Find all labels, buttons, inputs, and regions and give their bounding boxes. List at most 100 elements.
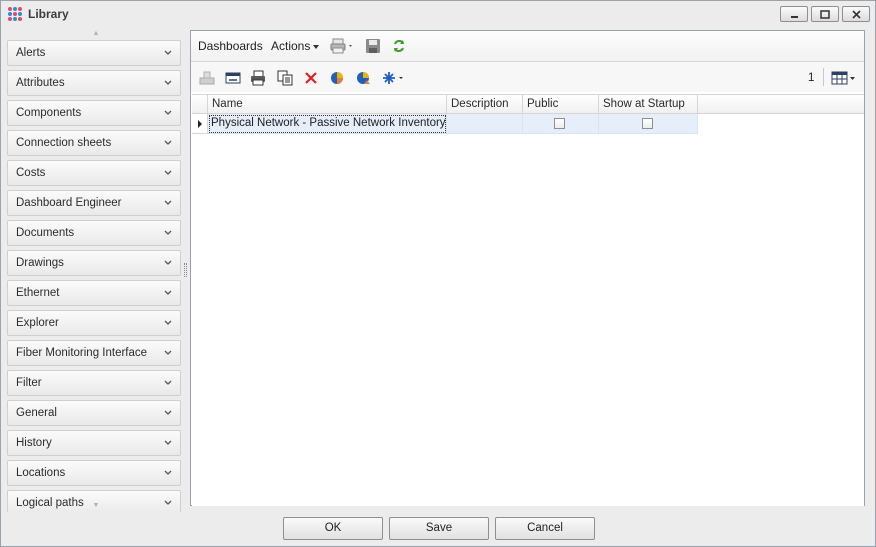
chevron-down-icon: [164, 170, 172, 175]
column-chooser-icon: [831, 71, 855, 85]
sidebar-group-history[interactable]: History: [7, 430, 181, 456]
sidebar-group-label: General: [16, 407, 57, 419]
show-at-startup-checkbox[interactable]: [642, 118, 653, 129]
copy-icon: [277, 70, 293, 86]
public-checkbox[interactable]: [554, 118, 565, 129]
chevron-down-icon: [164, 380, 172, 385]
grid-toolbar: 1: [191, 62, 864, 92]
cell-show-at-startup[interactable]: [599, 114, 698, 134]
sidebar-group-locations[interactable]: Locations: [7, 460, 181, 486]
pane-splitter[interactable]: [184, 263, 187, 277]
sidebar-group-label: History: [16, 437, 52, 449]
sidebar-scroll-up-button[interactable]: ▲: [91, 31, 101, 37]
insert-row-icon: [199, 71, 215, 85]
chevron-down-icon: [164, 500, 172, 505]
chevron-down-icon: [164, 80, 172, 85]
app-logo-icon: [8, 7, 22, 21]
sidebar-group-label: Explorer: [16, 317, 59, 329]
library-window: Library ▲ Alerts Attributes Components C…: [0, 0, 876, 547]
chart-add-icon: [331, 72, 343, 84]
menu-actions[interactable]: Actions: [271, 39, 320, 53]
sidebar-group-label: Fiber Monitoring Interface: [16, 347, 148, 359]
minimize-button[interactable]: [780, 6, 808, 22]
dashboards-grid: Name Description Public Show at Startup …: [192, 94, 864, 506]
sidebar-group-documents[interactable]: Documents: [7, 220, 181, 246]
column-chooser-button[interactable]: [831, 70, 857, 86]
refresh-button[interactable]: [391, 38, 407, 54]
special-menu-button[interactable]: [381, 70, 407, 86]
close-button[interactable]: [842, 6, 870, 22]
chevron-down-icon: [164, 350, 172, 355]
maximize-button[interactable]: [811, 6, 839, 22]
sidebar-group-label: Ethernet: [16, 287, 60, 299]
sidebar-group-connection-sheets[interactable]: Connection sheets: [7, 130, 181, 156]
sidebar-group-filter[interactable]: Filter: [7, 370, 181, 396]
chevron-down-icon: [164, 230, 172, 235]
snowflake-icon: [383, 72, 403, 84]
column-header-public[interactable]: Public: [523, 95, 599, 114]
delete-button[interactable]: [303, 70, 319, 86]
sidebar-group-label: Filter: [16, 377, 42, 389]
column-header-name[interactable]: Name: [208, 95, 447, 114]
sidebar-group-components[interactable]: Components: [7, 100, 181, 126]
cancel-button[interactable]: Cancel: [495, 517, 595, 540]
library-sidebar: ▲ Alerts Attributes Components Connectio…: [7, 31, 182, 512]
chevron-down-icon: [164, 50, 172, 55]
save-button[interactable]: Save: [389, 517, 489, 540]
chevron-down-icon: [164, 110, 172, 115]
insert-row-button[interactable]: [199, 70, 215, 86]
cell-public[interactable]: [523, 114, 599, 134]
menu-actions-label: Actions: [271, 39, 311, 53]
cell-description[interactable]: [447, 114, 523, 134]
table-row[interactable]: Physical Network - Passive Network Inven…: [192, 114, 698, 134]
sidebar-group-label: Dashboard Engineer: [16, 197, 122, 209]
sidebar-group-alerts[interactable]: Alerts: [7, 40, 181, 66]
current-row-arrow-icon: [198, 120, 202, 128]
main-toolbar: Dashboards Actions: [191, 31, 864, 62]
edit-row-icon: [225, 72, 241, 84]
copy-button[interactable]: [277, 70, 293, 86]
cell-name[interactable]: Physical Network - Passive Network Inven…: [208, 114, 455, 134]
sidebar-group-label: Attributes: [16, 77, 65, 89]
chevron-down-icon: [164, 200, 172, 205]
toolbar-separator: [823, 68, 824, 86]
chevron-down-icon: [164, 470, 172, 475]
chevron-down-icon: [164, 260, 172, 265]
row-indicator: [192, 114, 208, 134]
sidebar-scroll-down-button[interactable]: ▼: [91, 502, 101, 509]
print-icon: [330, 38, 352, 54]
sidebar-group-label: Documents: [16, 227, 75, 239]
sidebar-group-label: Drawings: [16, 257, 64, 269]
ok-button[interactable]: OK: [283, 517, 383, 540]
chevron-down-icon: [164, 290, 172, 295]
add-chart-button[interactable]: [329, 70, 345, 86]
sidebar-group-dashboard-engineer[interactable]: Dashboard Engineer: [7, 190, 181, 216]
edit-row-button[interactable]: [225, 70, 241, 86]
column-header-show-at-startup[interactable]: Show at Startup: [599, 95, 698, 114]
window-title: Library: [28, 7, 69, 21]
sidebar-group-fiber-monitoring-interface[interactable]: Fiber Monitoring Interface: [7, 340, 181, 366]
save-toolbar-button[interactable]: [365, 38, 381, 54]
print-preview-icon: [251, 70, 265, 86]
dropdown-caret-icon: [313, 44, 320, 49]
edit-chart-button[interactable]: [355, 70, 371, 86]
delete-icon: [305, 72, 317, 84]
close-icon: [851, 9, 861, 19]
sidebar-group-label: Components: [16, 107, 82, 119]
sidebar-group-attributes[interactable]: Attributes: [7, 70, 181, 96]
column-header-description[interactable]: Description: [447, 95, 523, 114]
sidebar-group-ethernet[interactable]: Ethernet: [7, 280, 181, 306]
sidebar-group-drawings[interactable]: Drawings: [7, 250, 181, 276]
sidebar-group-label: Alerts: [16, 47, 46, 59]
refresh-icon: [394, 40, 404, 52]
print-preview-button[interactable]: [250, 70, 266, 86]
minimize-icon: [790, 15, 798, 18]
chevron-down-icon: [164, 140, 172, 145]
sidebar-group-costs[interactable]: Costs: [7, 160, 181, 186]
grid-header: Name Description Public Show at Startup: [192, 94, 864, 114]
sidebar-group-explorer[interactable]: Explorer: [7, 310, 181, 336]
print-button[interactable]: [330, 38, 356, 54]
maximize-icon: [820, 9, 830, 19]
menu-dashboards[interactable]: Dashboards: [198, 39, 263, 53]
sidebar-group-general[interactable]: General: [7, 400, 181, 426]
